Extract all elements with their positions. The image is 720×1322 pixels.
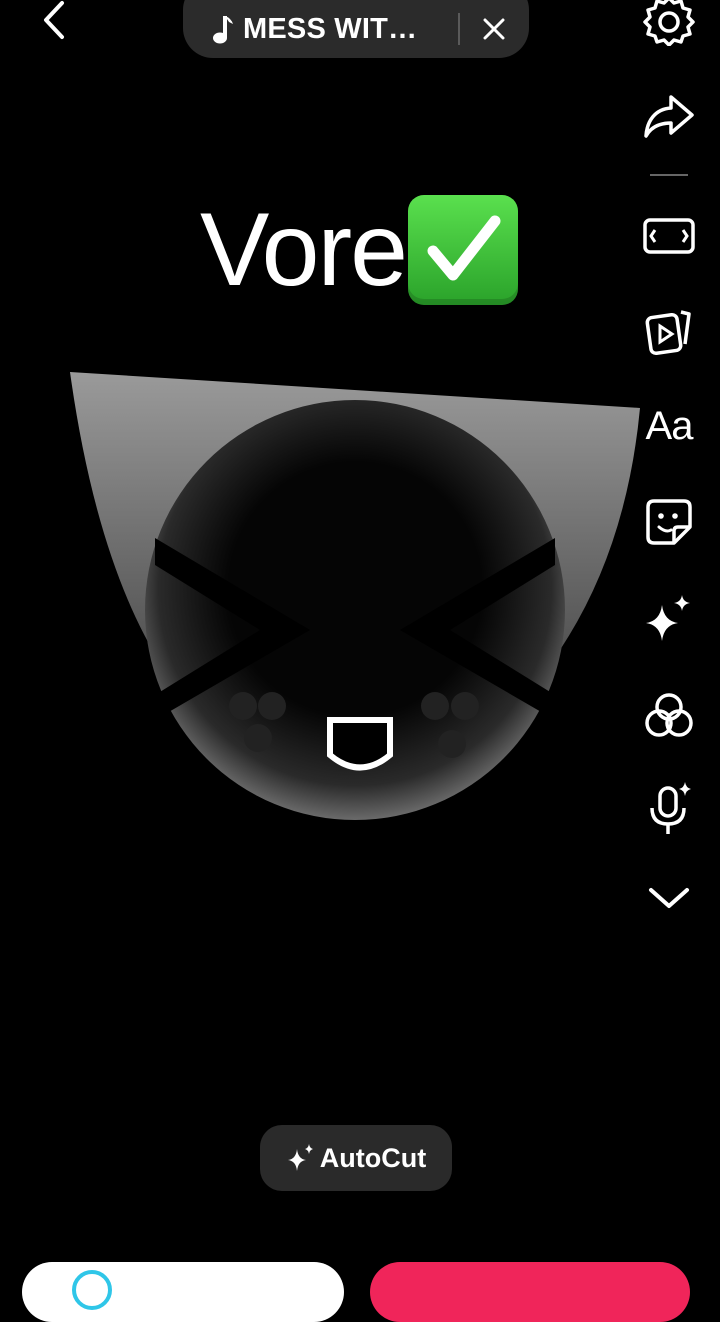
back-button[interactable] xyxy=(30,0,80,40)
video-preview-artwork xyxy=(60,360,660,820)
your-story-button[interactable] xyxy=(22,1262,344,1322)
expand-more-icon xyxy=(649,888,689,908)
settings-button[interactable] xyxy=(632,0,706,52)
sound-title: MESS WIT… xyxy=(243,12,418,45)
chevron-left-icon xyxy=(44,1,64,39)
story-avatar xyxy=(72,1270,112,1310)
share-button[interactable] xyxy=(632,84,706,148)
more-tools-button[interactable] xyxy=(632,866,706,930)
caption-overlay[interactable]: Vore xyxy=(200,190,518,310)
settings-gear-icon xyxy=(643,0,695,46)
aspect-ratio-button[interactable] xyxy=(632,204,706,268)
autocut-label: AutoCut xyxy=(319,1142,427,1173)
sparkles-icon xyxy=(287,1144,313,1171)
sound-selector[interactable]: MESS WIT… xyxy=(183,0,529,58)
aspect-ratio-icon xyxy=(643,218,695,254)
check-mark-button-emoji xyxy=(407,195,518,305)
autocut-button[interactable]: AutoCut xyxy=(260,1125,452,1191)
templates-icon xyxy=(645,310,691,356)
templates-button[interactable] xyxy=(632,298,706,362)
share-arrow-icon xyxy=(644,95,694,138)
music-note-icon xyxy=(211,13,235,45)
next-button[interactable] xyxy=(370,1262,690,1322)
pill-divider xyxy=(458,13,460,45)
toolbar-divider xyxy=(650,174,688,176)
caption-text: Vore xyxy=(200,191,408,308)
close-icon xyxy=(483,18,505,40)
remove-sound-button[interactable] xyxy=(474,9,514,49)
